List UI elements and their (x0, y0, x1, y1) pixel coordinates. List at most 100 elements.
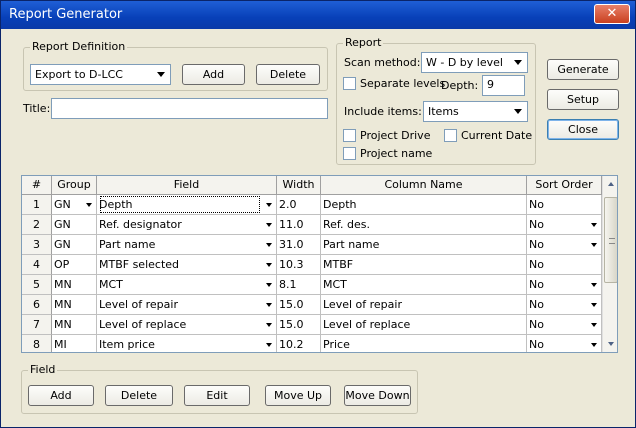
field-cell[interactable]: Depth (97, 195, 277, 215)
separate-levels-checkbox[interactable]: Separate levels (343, 75, 445, 91)
group-cell[interactable]: GN (52, 215, 97, 235)
project-name-checkbox[interactable]: Project name (343, 145, 432, 161)
column-name-cell[interactable]: Depth (321, 195, 527, 215)
depth-input[interactable]: 9 (482, 75, 525, 96)
scroll-down-button[interactable] (603, 336, 617, 352)
dropdown-arrow-icon[interactable] (266, 303, 272, 307)
delete-definition-button[interactable]: Delete (256, 64, 320, 85)
move-up-button[interactable]: Move Up (265, 385, 331, 406)
dropdown-arrow-icon[interactable] (591, 343, 597, 347)
dropdown-arrow-icon[interactable] (266, 263, 272, 267)
checkbox-box[interactable] (343, 146, 356, 160)
group-cell[interactable]: OP (52, 255, 97, 275)
include-items-select[interactable]: Items (423, 101, 528, 122)
table-row[interactable]: 8 MI Item price 10.2 Price No (22, 335, 602, 352)
sort-order-cell[interactable]: No (527, 195, 602, 215)
dropdown-arrow-icon[interactable] (266, 223, 272, 227)
field-cell[interactable]: MTBF selected (97, 255, 277, 275)
field-cell[interactable]: MCT (97, 275, 277, 295)
dropdown-arrow-icon[interactable] (591, 303, 597, 307)
group-cell[interactable]: GN (52, 195, 97, 215)
table-row[interactable]: 5 MN MCT 8.1 MCT No (22, 275, 602, 295)
width-cell[interactable]: 15.0 (277, 315, 321, 335)
field-cell[interactable]: Level of repair (97, 295, 277, 315)
field-cell[interactable]: Ref. designator (97, 215, 277, 235)
width-cell[interactable]: 8.1 (277, 275, 321, 295)
checkbox-box[interactable] (444, 128, 457, 142)
sort-order-cell[interactable]: No (527, 315, 602, 335)
column-name-cell[interactable]: Price (321, 335, 527, 352)
col-header-column-name[interactable]: Column Name (321, 176, 527, 195)
close-button[interactable]: Close (547, 119, 619, 140)
col-header-field[interactable]: Field (97, 176, 277, 195)
dropdown-arrow-icon[interactable] (591, 243, 597, 247)
table-row[interactable]: 1 GN Depth 2.0 Depth No (22, 195, 602, 215)
field-cell[interactable]: Item price (97, 335, 277, 352)
group-cell[interactable]: MN (52, 275, 97, 295)
table-row[interactable]: 2 GN Ref. designator 11.0 Ref. des. No (22, 215, 602, 235)
row-number: 4 (22, 255, 52, 275)
dropdown-arrow-icon[interactable] (266, 343, 272, 347)
column-name-cell[interactable]: Level of repair (321, 295, 527, 315)
dropdown-arrow-icon[interactable] (266, 283, 272, 287)
table-row[interactable]: 3 GN Part name 31.0 Part name No (22, 235, 602, 255)
column-name-cell[interactable]: Ref. des. (321, 215, 527, 235)
dropdown-arrow-icon[interactable] (591, 323, 597, 327)
col-header-group[interactable]: Group (52, 176, 97, 195)
width-cell[interactable]: 2.0 (277, 195, 321, 215)
sort-order-cell[interactable]: No (527, 255, 602, 275)
group-cell[interactable]: GN (52, 235, 97, 255)
table-row[interactable]: 7 MN Level of replace 15.0 Level of repl… (22, 315, 602, 335)
project-drive-checkbox[interactable]: Project Drive (343, 127, 430, 143)
dropdown-arrow-icon[interactable] (266, 323, 272, 327)
column-name-cell[interactable]: Part name (321, 235, 527, 255)
dialog-body: Report Definition Export to D-LCC Add De… (1, 29, 635, 427)
dropdown-arrow-icon[interactable] (266, 243, 272, 247)
generate-button[interactable]: Generate (547, 59, 619, 80)
grid-vertical-scrollbar[interactable] (602, 176, 617, 352)
field-cell[interactable]: Level of replace (97, 315, 277, 335)
setup-button[interactable]: Setup (547, 89, 619, 110)
delete-field-button[interactable]: Delete (105, 385, 173, 406)
table-row[interactable]: 6 MN Level of repair 15.0 Level of repai… (22, 295, 602, 315)
dropdown-arrow-icon[interactable] (591, 223, 597, 227)
width-cell[interactable]: 31.0 (277, 235, 321, 255)
sort-order-cell[interactable]: No (527, 275, 602, 295)
current-date-checkbox[interactable]: Current Date (444, 127, 532, 143)
scroll-thumb[interactable] (604, 197, 617, 283)
table-row[interactable]: 4 OP MTBF selected 10.3 MTBF No (22, 255, 602, 275)
col-header-sort-order[interactable]: Sort Order (527, 176, 602, 195)
column-name-cell[interactable]: MCT (321, 275, 527, 295)
sort-order-cell[interactable]: No (527, 235, 602, 255)
column-name-cell[interactable]: Level of replace (321, 315, 527, 335)
window-close-button[interactable]: ✕ (594, 4, 630, 24)
checkbox-box[interactable] (343, 76, 356, 90)
group-cell[interactable]: MN (52, 295, 97, 315)
add-definition-button[interactable]: Add (182, 64, 245, 85)
move-down-button[interactable]: Move Down (344, 385, 411, 406)
width-cell[interactable]: 10.3 (277, 255, 321, 275)
column-name-cell[interactable]: MTBF (321, 255, 527, 275)
field-cell[interactable]: Part name (97, 235, 277, 255)
sort-value: No (529, 298, 544, 311)
width-cell[interactable]: 10.2 (277, 335, 321, 352)
width-cell[interactable]: 15.0 (277, 295, 321, 315)
checkbox-box[interactable] (343, 128, 356, 142)
dropdown-arrow-icon[interactable] (86, 203, 92, 207)
dropdown-arrow-icon[interactable] (591, 283, 597, 287)
group-cell[interactable]: MN (52, 315, 97, 335)
scroll-up-button[interactable] (603, 176, 617, 192)
edit-field-button[interactable]: Edit (184, 385, 250, 406)
add-field-button[interactable]: Add (28, 385, 94, 406)
col-header-width[interactable]: Width (277, 176, 321, 195)
scan-method-select[interactable]: W - D by level (421, 52, 528, 73)
dropdown-arrow-icon[interactable] (266, 203, 272, 207)
width-cell[interactable]: 11.0 (277, 215, 321, 235)
sort-order-cell[interactable]: No (527, 335, 602, 352)
col-header-num[interactable]: # (22, 176, 52, 195)
report-definition-select[interactable]: Export to D-LCC (30, 64, 171, 85)
sort-order-cell[interactable]: No (527, 295, 602, 315)
sort-order-cell[interactable]: No (527, 215, 602, 235)
group-cell[interactable]: MI (52, 335, 97, 352)
title-input[interactable] (51, 98, 328, 119)
